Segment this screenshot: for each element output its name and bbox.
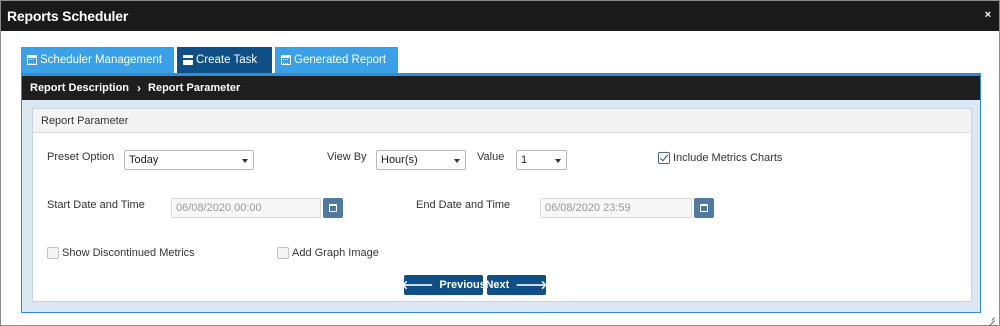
view-by-value: Hour(s)	[381, 154, 418, 166]
resize-grip-icon[interactable]	[987, 313, 995, 321]
end-date-value: 06/08/2020 23:59	[545, 202, 631, 214]
previous-label: Previous	[439, 279, 486, 291]
task-panel: Report Description › Report Parameter Re…	[21, 73, 981, 313]
show-discontinued-label: Show Discontinued Metrics	[62, 247, 195, 259]
calendar-icon	[700, 204, 708, 212]
view-by-select[interactable]: Hour(s)	[376, 150, 466, 170]
window-title: Reports Scheduler	[7, 8, 129, 24]
tab-label: Scheduler Management	[40, 54, 163, 66]
include-metrics-label: Include Metrics Charts	[673, 152, 783, 164]
reports-scheduler-window: Reports Scheduler × Scheduler Management…	[0, 0, 1000, 326]
preset-option-label: Preset Option	[47, 151, 115, 163]
chevron-right-icon: ›	[137, 81, 142, 95]
end-date-label: End Date and Time	[416, 199, 511, 211]
calendar-icon	[329, 204, 337, 212]
tab-create-task[interactable]: Create Task	[177, 47, 272, 73]
start-date-input[interactable]: 06/08/2020 00:00	[171, 198, 321, 218]
calendar-icon	[281, 55, 291, 65]
breadcrumb-item-report-parameter: Report Parameter	[148, 82, 241, 94]
card-icon	[183, 55, 195, 65]
next-button[interactable]: Next 🡒	[485, 275, 548, 295]
add-graph-checkbox[interactable]	[277, 247, 289, 259]
breadcrumb: Report Description › Report Parameter	[22, 74, 980, 100]
next-label: Next	[485, 279, 510, 291]
section-title: Report Parameter	[33, 109, 971, 133]
arrow-left-icon: 🡐	[401, 278, 434, 292]
start-date-calendar-button[interactable]	[323, 198, 343, 218]
end-date-input[interactable]: 06/08/2020 23:59	[540, 198, 692, 218]
breadcrumb-item-report-description[interactable]: Report Description	[30, 82, 129, 94]
preset-option-value: Today	[129, 154, 159, 166]
value-value: 1	[521, 154, 528, 166]
arrow-right-icon: 🡒	[515, 278, 548, 292]
show-discontinued-checkbox[interactable]	[47, 247, 59, 259]
preset-option-select[interactable]: Today	[124, 150, 254, 170]
include-metrics-checkbox[interactable]	[658, 152, 670, 164]
previous-button[interactable]: 🡐 Previous	[401, 275, 486, 295]
view-by-label: View By	[327, 151, 367, 163]
value-select[interactable]: 1	[516, 150, 567, 170]
chevron-down-icon	[555, 159, 561, 163]
value-label: Value	[477, 151, 505, 163]
chevron-down-icon	[242, 159, 248, 163]
start-date-value: 06/08/2020 00:00	[176, 202, 262, 214]
tab-label: Generated Report	[294, 54, 387, 66]
tab-label: Create Task	[196, 54, 258, 66]
title-bar: Reports Scheduler ×	[1, 1, 999, 31]
start-date-label: Start Date and Time	[47, 199, 145, 211]
report-parameter-section: Report Parameter Preset Option Today Vie…	[32, 108, 972, 302]
chevron-down-icon	[454, 159, 460, 163]
tab-scheduler-management[interactable]: Scheduler Management	[21, 47, 174, 73]
close-icon[interactable]: ×	[985, 9, 991, 21]
add-graph-label: Add Graph Image	[292, 247, 379, 259]
calendar-icon	[27, 55, 37, 65]
end-date-calendar-button[interactable]	[694, 198, 714, 218]
tab-generated-report[interactable]: Generated Report	[275, 47, 398, 73]
